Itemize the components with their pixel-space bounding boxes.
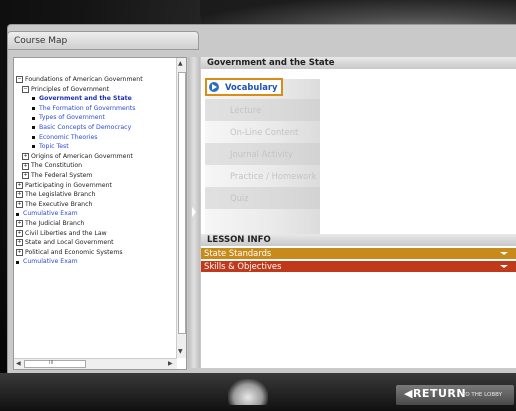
collapse-icon[interactable]: − [22, 85, 29, 93]
expand-icon[interactable]: + [16, 229, 23, 237]
vocabulary-label: Vocabulary [225, 82, 278, 92]
tree-item[interactable]: + The Constitution [16, 161, 182, 171]
lesson-info-bar-label: State Standards [204, 248, 272, 258]
tree-item-label: The Formation of Governments [39, 104, 136, 112]
tree-item-label: The Legislative Branch [25, 191, 96, 199]
scroll-right-arrow-icon[interactable]: ▶ [168, 360, 173, 367]
expand-icon[interactable]: + [22, 153, 29, 161]
scroll-thumb-grip: III [49, 360, 54, 366]
vocabulary-button[interactable]: Vocabulary [205, 78, 283, 96]
expand-icon[interactable]: + [16, 201, 23, 209]
lesson-title: Government and the State [201, 57, 516, 69]
expand-icon[interactable]: + [22, 162, 29, 170]
tree-item[interactable]: − Foundations of American Government [16, 75, 182, 85]
tree-vertical-scroll-thumb[interactable] [178, 72, 186, 334]
lesson-info-bar[interactable]: Skills & Objectives [201, 261, 516, 272]
tree-item-label: Government and the State [39, 95, 132, 103]
play-icon [209, 82, 219, 92]
tree-item-label: Cumulative Exam [23, 210, 78, 218]
tree-item-label: Topic Test [39, 143, 69, 151]
tree-item[interactable]: The Formation of Governments [16, 104, 182, 114]
lesson-menu-item[interactable]: Practice / Homework [205, 165, 320, 187]
lesson-menu-item[interactable]: Lecture [205, 99, 320, 121]
tree-item[interactable]: Basic Concepts of Democracy [16, 123, 182, 133]
tree-item[interactable]: Types of Government [16, 113, 182, 123]
splitter-arrow-icon[interactable] [192, 207, 196, 217]
tree-item[interactable]: Government and the State [16, 94, 182, 104]
tree-horizontal-scroll-thumb[interactable]: III [24, 360, 86, 368]
dropdown-caret-icon [500, 265, 508, 268]
tree-item-label: State and Local Government [25, 239, 114, 247]
bullet-square-icon [32, 107, 35, 111]
tree-item-label: The Federal System [31, 171, 93, 179]
bullet-square-icon [32, 97, 35, 101]
tree-item[interactable]: + State and Local Government [16, 238, 182, 248]
tree-item[interactable]: + Participating in Government [16, 181, 182, 191]
tree-item[interactable]: − Principles of Government [16, 85, 182, 95]
expand-icon[interactable]: + [16, 239, 23, 247]
tree-horizontal-scrollbar[interactable]: ◀ III ▶ [14, 358, 177, 369]
tree-item-label: Origins of American Government [31, 152, 133, 160]
lesson-info-header: LESSON INFO [201, 234, 516, 246]
tree-item-label: Foundations of American Government [25, 76, 143, 83]
course-tree-panel: − Foundations of American Government − Prin… [13, 57, 187, 370]
lesson-menu-item[interactable]: Journal Activity [205, 143, 320, 165]
lesson-panel: Government and the State Lecture On-Line … [201, 57, 516, 368]
tree-item[interactable]: + Civil Liberties and the Law [16, 229, 182, 239]
tree-item-label: Participating in Government [25, 181, 112, 189]
expand-icon[interactable]: + [16, 181, 23, 189]
tree-item[interactable]: + The Executive Branch [16, 200, 182, 210]
tree-item-label: Civil Liberties and the Law [25, 229, 107, 237]
lesson-info-bar-label: Skills & Objectives [204, 261, 282, 271]
bullet-square-icon [32, 116, 35, 120]
return-label: ◀RETURN [404, 387, 467, 400]
tree-vertical-scrollbar[interactable]: ▲ ▼ [176, 58, 186, 358]
tree-item-label: Types of Government [39, 114, 105, 122]
tree-item-label: Political and Economic Systems [25, 248, 123, 256]
scroll-down-arrow-icon[interactable]: ▼ [178, 348, 183, 355]
tree-item[interactable]: Economic Theories [16, 133, 182, 143]
tree-item-label: The Judicial Branch [25, 219, 85, 227]
expand-icon[interactable]: + [22, 172, 29, 180]
return-sublabel: TO THE LOBBY [462, 392, 502, 398]
bullet-square-icon [16, 212, 19, 216]
tree-item[interactable]: Cumulative Exam [16, 257, 182, 267]
tree-item[interactable]: + The Federal System [16, 171, 182, 181]
tree-item-label: Economic Theories [39, 133, 98, 141]
tree-item[interactable]: + Origins of American Government [16, 152, 182, 162]
bullet-square-icon [32, 145, 35, 149]
bullet-square-icon [32, 135, 35, 139]
lesson-menu-item[interactable]: On-Line Content [205, 121, 320, 143]
window-tab-title: Course Map [7, 31, 199, 50]
lesson-activity-menu: Lecture On-Line Content Journal Activity Pr… [205, 79, 320, 241]
tree-item[interactable]: Topic Test [16, 142, 182, 152]
panel-splitter[interactable] [188, 57, 200, 368]
scroll-up-arrow-icon[interactable]: ▲ [178, 60, 183, 67]
scroll-left-arrow-icon[interactable]: ◀ [16, 360, 21, 367]
tree-item[interactable]: + The Legislative Branch [16, 190, 182, 200]
expand-icon[interactable]: + [16, 191, 23, 199]
tree-item-label: The Executive Branch [25, 200, 93, 208]
tree-item-label: The Constitution [31, 162, 83, 170]
tree-item-label: Principles of Government [31, 85, 110, 93]
tree-item-label: Basic Concepts of Democracy [39, 123, 132, 131]
dropdown-caret-icon [500, 252, 508, 255]
expand-icon[interactable]: + [16, 220, 23, 228]
course-tree-list: − Foundations of American Government − Prin… [16, 75, 182, 267]
tree-item-label: Cumulative Exam [23, 258, 78, 266]
tree-item[interactable]: + The Judicial Branch [16, 219, 182, 229]
lesson-info-bar[interactable]: State Standards [201, 248, 516, 259]
return-to-lobby-button[interactable]: ◀RETURN TO THE LOBBY [396, 385, 514, 405]
lesson-menu-item[interactable]: Quiz [205, 187, 320, 209]
bullet-square-icon [32, 126, 35, 130]
bullet-square-icon [16, 260, 19, 264]
tree-item[interactable]: + Political and Economic Systems [16, 248, 182, 258]
expand-icon[interactable]: + [16, 248, 23, 256]
footer-lamp-image [228, 379, 268, 405]
tree-item[interactable]: Cumulative Exam [16, 209, 182, 219]
collapse-icon[interactable]: − [16, 76, 23, 84]
